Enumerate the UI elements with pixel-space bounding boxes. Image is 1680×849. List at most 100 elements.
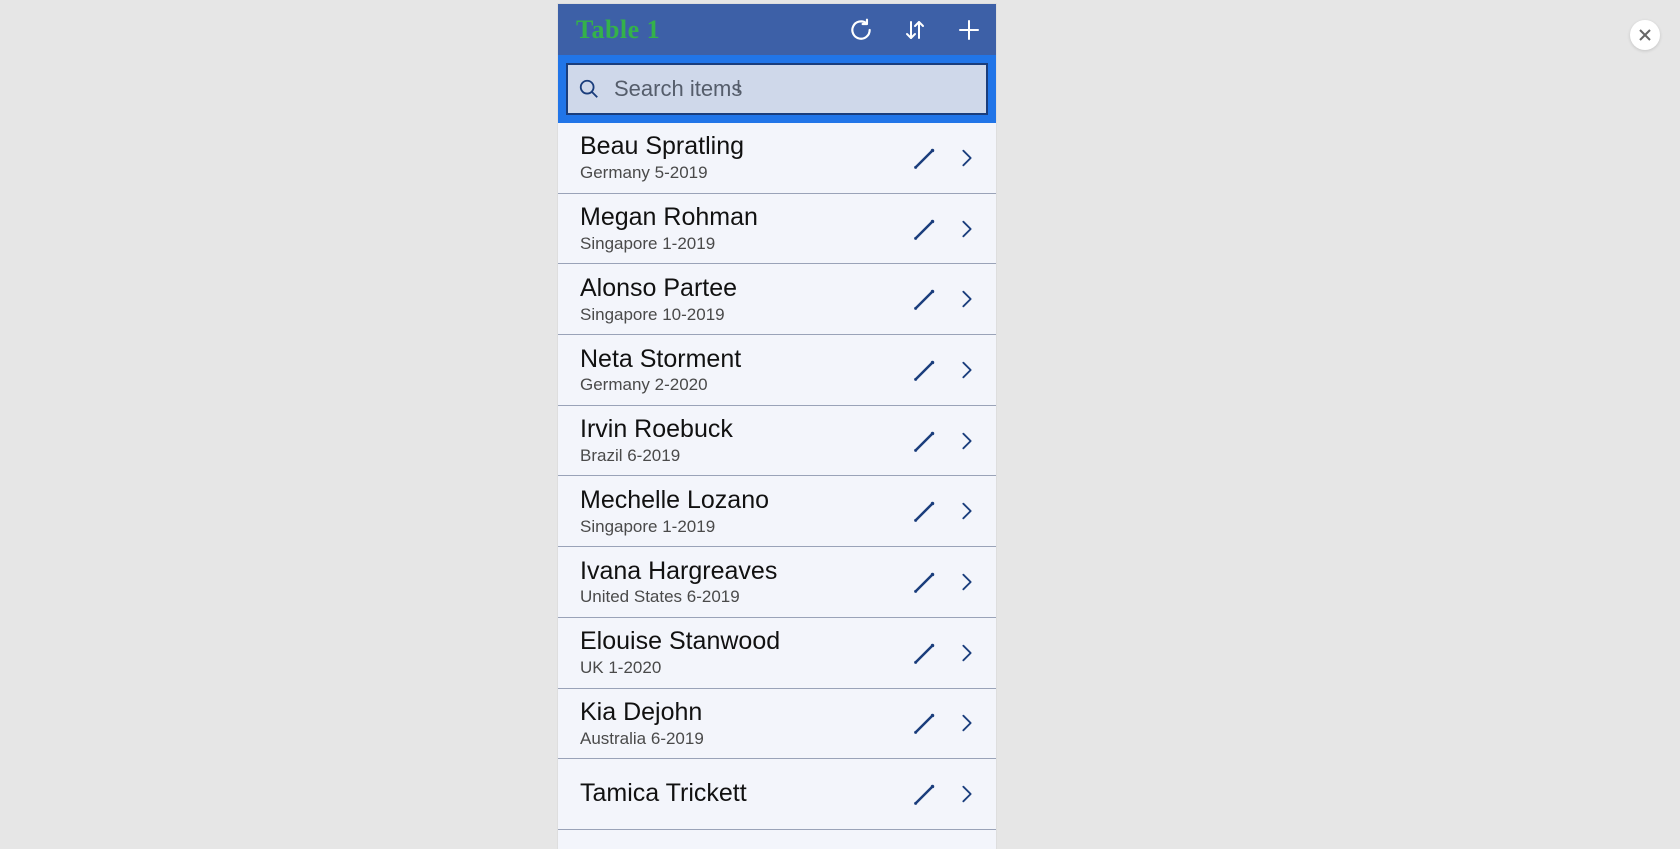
list-item-title: Kia Dejohn	[580, 698, 910, 727]
edit-button[interactable]	[910, 214, 940, 244]
open-button[interactable]	[952, 779, 982, 809]
open-button[interactable]	[952, 143, 982, 173]
list-item-subtitle: United States 6-2019	[580, 587, 910, 607]
open-button[interactable]	[952, 567, 982, 597]
pencil-icon	[910, 426, 940, 456]
sort-button[interactable]	[902, 17, 928, 43]
edit-button[interactable]	[910, 496, 940, 526]
refresh-icon	[848, 17, 874, 43]
list-item[interactable]: Megan Rohman Singapore 1-2019	[558, 194, 996, 265]
list-item-text: Elouise Stanwood UK 1-2020	[580, 627, 910, 678]
list-item[interactable]: Ivana Hargreaves United States 6-2019	[558, 547, 996, 618]
list-item-subtitle: Germany 2-2020	[580, 375, 910, 395]
list-item[interactable]: Mechelle Lozano Singapore 1-2019	[558, 476, 996, 547]
pencil-icon	[910, 214, 940, 244]
list-item[interactable]: Neta Storment Germany 2-2020	[558, 335, 996, 406]
search-input[interactable]	[614, 76, 976, 102]
list-item-actions	[910, 355, 988, 385]
open-button[interactable]	[952, 426, 982, 456]
list-item-actions	[910, 496, 988, 526]
list-item-text: Ivana Hargreaves United States 6-2019	[580, 557, 910, 608]
list-item-title: Mechelle Lozano	[580, 486, 910, 515]
edit-button[interactable]	[910, 567, 940, 597]
list-item-actions	[910, 284, 988, 314]
chevron-right-icon	[956, 710, 978, 736]
edit-button[interactable]	[910, 779, 940, 809]
pencil-icon	[910, 284, 940, 314]
open-button[interactable]	[952, 214, 982, 244]
list-item-text: Tamica Trickett	[580, 779, 910, 810]
edit-button[interactable]	[910, 426, 940, 456]
list-item-actions	[910, 638, 988, 668]
chevron-right-icon	[956, 781, 978, 807]
open-button[interactable]	[952, 355, 982, 385]
refresh-button[interactable]	[848, 17, 874, 43]
app-header: Table 1	[558, 4, 996, 55]
open-button[interactable]	[952, 496, 982, 526]
list-item[interactable]: Elouise Stanwood UK 1-2020	[558, 618, 996, 689]
list-item-title: Neta Storment	[580, 345, 910, 374]
header-actions	[848, 17, 982, 43]
list-item-actions	[910, 708, 988, 738]
close-button[interactable]	[1630, 20, 1660, 50]
add-button[interactable]	[956, 17, 982, 43]
pencil-icon	[910, 143, 940, 173]
list-item-title: Alonso Partee	[580, 274, 910, 303]
list-item-title: Ivana Hargreaves	[580, 557, 910, 586]
edit-button[interactable]	[910, 355, 940, 385]
list-item-title: Irvin Roebuck	[580, 415, 910, 444]
list-item[interactable]: Kia Dejohn Australia 6-2019	[558, 689, 996, 760]
list-item-title: Tamica Trickett	[580, 779, 910, 808]
list-item-actions	[910, 567, 988, 597]
chevron-right-icon	[956, 640, 978, 666]
open-button[interactable]	[952, 284, 982, 314]
open-button[interactable]	[952, 638, 982, 668]
list-item-subtitle: UK 1-2020	[580, 658, 910, 678]
chevron-right-icon	[956, 286, 978, 312]
pencil-icon	[910, 355, 940, 385]
list-item-text: Irvin Roebuck Brazil 6-2019	[580, 415, 910, 466]
chevron-right-icon	[956, 145, 978, 171]
list-item-subtitle: Singapore 1-2019	[580, 234, 910, 254]
list-item[interactable]: Alonso Partee Singapore 10-2019	[558, 264, 996, 335]
chevron-right-icon	[956, 428, 978, 454]
pencil-icon	[910, 567, 940, 597]
list-item-title: Elouise Stanwood	[580, 627, 910, 656]
table-title: Table 1	[576, 15, 848, 45]
list-item-subtitle: Singapore 10-2019	[580, 305, 910, 325]
list-item-subtitle: Germany 5-2019	[580, 163, 910, 183]
open-button[interactable]	[952, 708, 982, 738]
chevron-right-icon	[956, 357, 978, 383]
pencil-icon	[910, 708, 940, 738]
edit-button[interactable]	[910, 708, 940, 738]
search-icon	[578, 78, 600, 100]
list-item-subtitle: Singapore 1-2019	[580, 517, 910, 537]
edit-button[interactable]	[910, 638, 940, 668]
plus-icon	[957, 18, 981, 42]
list-item-text: Alonso Partee Singapore 10-2019	[580, 274, 910, 325]
chevron-right-icon	[956, 216, 978, 242]
chevron-right-icon	[956, 569, 978, 595]
list-item-subtitle: Brazil 6-2019	[580, 446, 910, 466]
list-item-text: Mechelle Lozano Singapore 1-2019	[580, 486, 910, 537]
list-item-actions	[910, 426, 988, 456]
pencil-icon	[910, 496, 940, 526]
list-item-subtitle: Australia 6-2019	[580, 729, 910, 749]
search-field[interactable]: I	[566, 63, 988, 115]
list-item-title: Beau Spratling	[580, 132, 910, 161]
chevron-right-icon	[956, 498, 978, 524]
edit-button[interactable]	[910, 284, 940, 314]
list-item[interactable]: Tamica Trickett	[558, 759, 996, 830]
list-item-title: Megan Rohman	[580, 203, 910, 232]
edit-button[interactable]	[910, 143, 940, 173]
list-item-actions	[910, 143, 988, 173]
close-icon	[1638, 28, 1652, 42]
pencil-icon	[910, 779, 940, 809]
item-list[interactable]: Beau Spratling Germany 5-2019 Megan Rohm…	[558, 123, 996, 849]
list-item[interactable]: Beau Spratling Germany 5-2019	[558, 123, 996, 194]
list-item[interactable]: Irvin Roebuck Brazil 6-2019	[558, 406, 996, 477]
search-bar: I	[558, 55, 996, 123]
list-item-text: Megan Rohman Singapore 1-2019	[580, 203, 910, 254]
list-item-text: Beau Spratling Germany 5-2019	[580, 132, 910, 183]
sort-icon	[903, 17, 927, 43]
